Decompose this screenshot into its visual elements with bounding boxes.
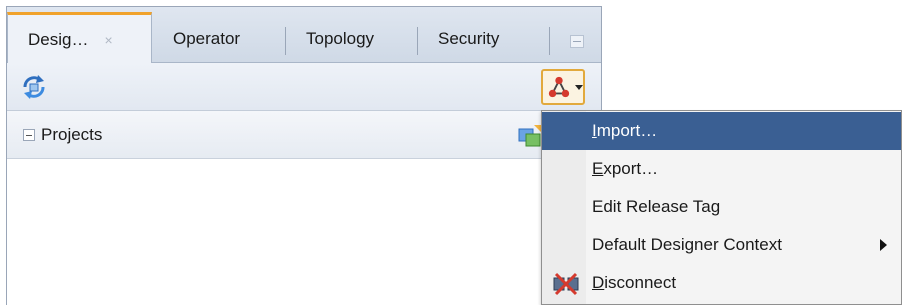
connect-navigator-icon bbox=[548, 76, 570, 98]
menu-item-disconnect[interactable]: Disconnect bbox=[542, 264, 901, 302]
chevron-down-icon bbox=[575, 84, 583, 90]
menu-item-label: Edit Release Tag bbox=[592, 197, 721, 216]
minimize-icon[interactable] bbox=[570, 35, 584, 48]
tab-designer-label: Desig… bbox=[28, 29, 89, 49]
tab-designer[interactable]: Desig… × bbox=[7, 12, 152, 64]
tab-operator-label: Operator bbox=[173, 29, 241, 48]
submenu-arrow-icon bbox=[880, 239, 887, 251]
menu-item-default-designer-context[interactable]: Default Designer Context bbox=[542, 226, 901, 264]
navigator-panel: Desig… × Operator Topology Security Proj… bbox=[6, 6, 602, 305]
menu-item-export[interactable]: Export… bbox=[542, 150, 901, 188]
menu-item-label: Export… bbox=[592, 159, 659, 178]
tab-security-label: Security bbox=[438, 29, 500, 48]
tab-security[interactable]: Security bbox=[418, 15, 548, 63]
menu-item-label: Disconnect bbox=[592, 273, 677, 292]
tab-topology-label: Topology bbox=[306, 29, 375, 48]
section-title: Projects bbox=[41, 124, 103, 144]
collapse-icon[interactable] bbox=[23, 128, 35, 141]
navigator-toolbar bbox=[7, 63, 601, 111]
menu-item-label: Import… bbox=[592, 121, 658, 140]
menu-item-import[interactable]: Import… bbox=[542, 112, 901, 150]
close-icon[interactable]: × bbox=[104, 32, 112, 48]
navigator-tabstrip: Desig… × Operator Topology Security bbox=[7, 7, 601, 64]
menu-item-label: Default Designer Context bbox=[592, 235, 782, 254]
connect-navigator-button[interactable] bbox=[541, 69, 585, 105]
project-actions-icon bbox=[518, 125, 542, 147]
tab-operator[interactable]: Operator bbox=[153, 15, 283, 63]
odi-studio-window: Desig… × Operator Topology Security Proj… bbox=[0, 0, 902, 305]
disconnect-icon bbox=[553, 272, 579, 296]
tab-topology[interactable]: Topology bbox=[286, 15, 416, 63]
projects-section-header[interactable]: Projects bbox=[7, 111, 601, 159]
menu-item-edit-release-tag[interactable]: Edit Release Tag bbox=[542, 188, 901, 226]
tab-divider bbox=[549, 27, 550, 55]
refresh-icon[interactable] bbox=[19, 72, 49, 102]
connect-context-menu: Import… Export… Edit Release Tag Default… bbox=[541, 110, 902, 305]
